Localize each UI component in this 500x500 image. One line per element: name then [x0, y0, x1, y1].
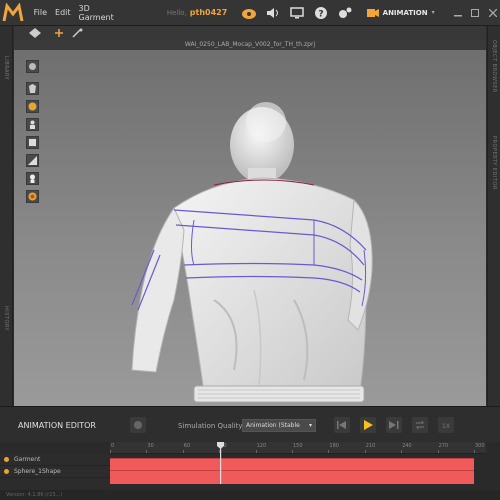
avatar-with-jacket[interactable] — [14, 50, 486, 406]
right-panel-rail[interactable]: OBJECT BROWSER PROPERTY EDITOR — [487, 26, 500, 406]
simulation-quality-value: Animation (Stable — [246, 422, 300, 429]
chevron-down-icon: ▾ — [431, 9, 435, 16]
menu-file[interactable]: File — [34, 8, 47, 17]
library-tab[interactable]: LIBRARY — [3, 56, 9, 80]
ruler-tick-label: 210 — [365, 443, 376, 449]
ruler-tick — [401, 450, 403, 453]
track-row[interactable]: Sphere_1Shape — [0, 466, 110, 478]
ruler-tick-label: 300 — [475, 443, 485, 449]
mode-switcher[interactable]: ANIMATION ▾ — [366, 8, 435, 18]
play-icon[interactable] — [360, 417, 376, 433]
ruler-tick-label: 120 — [256, 443, 267, 449]
timeline-ruler[interactable]: 0306090120150180210240270300 — [110, 442, 486, 454]
mode-label: ANIMATION — [382, 8, 428, 17]
go-to-end-icon[interactable] — [386, 417, 402, 433]
go-to-start-icon[interactable] — [334, 417, 350, 433]
loop-icon[interactable] — [412, 417, 428, 433]
ruler-tick-label: 60 — [183, 443, 191, 449]
track-area[interactable] — [110, 454, 486, 490]
menu-edit[interactable]: Edit — [55, 8, 71, 17]
cloud-sync-icon[interactable] — [241, 5, 257, 21]
sphere-track-bar[interactable] — [110, 470, 474, 484]
track-dot-icon — [4, 457, 9, 462]
ruler-tick-label: 0 — [111, 443, 115, 449]
track-row[interactable]: Garment — [0, 454, 110, 466]
help-icon[interactable]: ? — [313, 5, 329, 21]
history-tab[interactable]: HISTORY — [3, 306, 9, 331]
ruler-tick-label: 150 — [293, 443, 303, 449]
3d-viewport[interactable] — [14, 50, 486, 406]
select-mesh-icon[interactable] — [28, 27, 42, 39]
camera-icon — [366, 8, 379, 17]
transform-pin-icon[interactable] — [52, 27, 66, 39]
ruler-tick-label: 270 — [438, 443, 449, 449]
svg-text:1X: 1X — [442, 423, 450, 429]
app-logo-icon — [0, 0, 26, 26]
ruler-tick — [364, 450, 366, 453]
speaker-icon[interactable] — [265, 5, 281, 21]
minimize-icon[interactable] — [451, 6, 465, 20]
close-icon[interactable] — [486, 6, 500, 20]
ruler-tick — [328, 450, 330, 453]
username[interactable]: pth0427 — [190, 8, 228, 17]
ruler-tick-label: 30 — [147, 443, 154, 449]
speed-icon[interactable]: 1X — [438, 417, 454, 433]
monitor-icon[interactable] — [289, 5, 305, 21]
viewport-toolbar — [14, 26, 486, 40]
track-name: Sphere_1Shape — [14, 468, 61, 475]
object-browser-tab[interactable]: OBJECT BROWSER — [491, 40, 497, 93]
simulation-quality-label: Simulation Quality — [178, 422, 243, 430]
menu-bar: File Edit 3D Garment Hello, pth0427 ? AN… — [0, 0, 500, 26]
track-name: Garment — [14, 456, 41, 463]
animation-editor-header: ANIMATION EDITOR Simulation Quality Anim… — [0, 406, 500, 442]
hello-label: Hello, — [166, 8, 187, 17]
status-bar: Version: 4.1.86 (r23...) — [0, 490, 500, 500]
ruler-tick — [182, 450, 184, 453]
settings-icon[interactable] — [337, 5, 353, 21]
left-panel-rail[interactable]: LIBRARY HISTORY — [0, 26, 13, 406]
svg-text:?: ? — [318, 9, 323, 19]
animation-editor-title: ANIMATION EDITOR — [18, 421, 96, 430]
ruler-tick — [146, 450, 148, 453]
record-icon[interactable] — [130, 417, 146, 433]
ruler-tick — [255, 450, 257, 453]
ruler-tick-label: 240 — [402, 443, 412, 449]
ruler-tick-label: 180 — [329, 443, 339, 449]
ruler-tick — [292, 450, 293, 453]
simulation-quality-select[interactable]: Animation (Stable ▾ — [242, 419, 316, 432]
ruler-tick — [110, 450, 111, 453]
animation-editor: ANIMATION EDITOR Simulation Quality Anim… — [0, 406, 500, 500]
clo3d-app: File Edit 3D Garment Hello, pth0427 ? AN… — [0, 0, 500, 500]
track-list: Garment Sphere_1Shape — [0, 454, 110, 490]
track-dot-icon — [4, 469, 9, 474]
menu-3d-garment[interactable]: 3D Garment — [79, 4, 127, 22]
property-editor-tab[interactable]: PROPERTY EDITOR — [491, 136, 497, 190]
garment-track-bar[interactable] — [110, 458, 474, 470]
maximize-icon[interactable] — [468, 6, 482, 20]
ruler-tick — [437, 450, 439, 453]
edit-pin-icon[interactable] — [70, 27, 84, 39]
chevron-down-icon: ▾ — [308, 422, 312, 429]
project-file-title: WAI_0250_LAB_Mocap_V002_for_TH_th.zprj — [14, 40, 486, 50]
ruler-tick — [474, 450, 475, 453]
playhead[interactable] — [217, 442, 224, 484]
